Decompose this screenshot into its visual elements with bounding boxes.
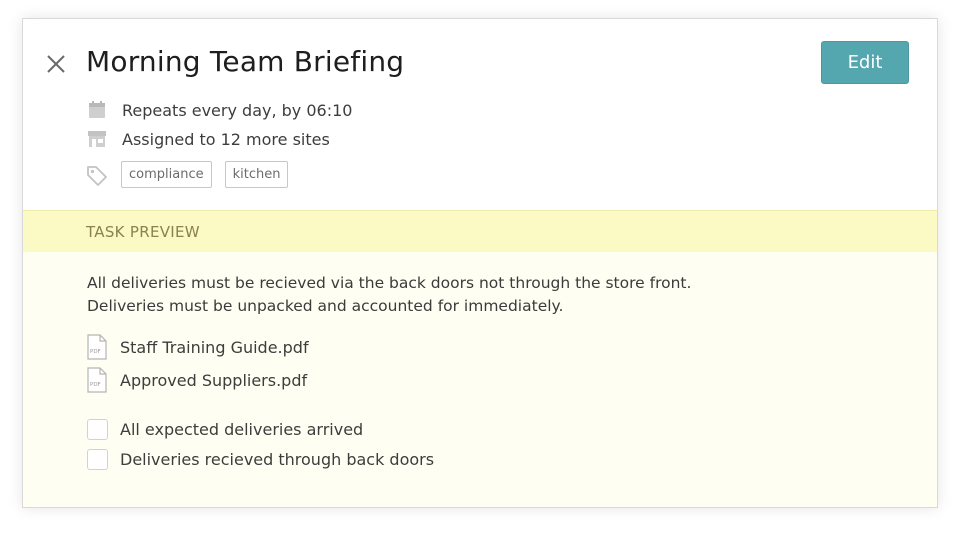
- file-name: Staff Training Guide.pdf: [120, 337, 309, 357]
- checklist-item: Deliveries recieved through back doors: [87, 449, 434, 470]
- assignment-text: Assigned to 12 more sites: [122, 129, 330, 149]
- schedule-text: Repeats every day, by 06:10: [122, 100, 353, 120]
- pdf-file-icon: PDF: [86, 367, 108, 393]
- svg-text:PDF: PDF: [90, 349, 101, 355]
- task-preview-label: TASK PREVIEW: [86, 223, 200, 241]
- task-preview-body: All deliveries must be recieved via the …: [23, 252, 937, 507]
- description-line: All deliveries must be recieved via the …: [87, 274, 692, 292]
- page-title: Morning Team Briefing: [86, 45, 405, 78]
- svg-text:PDF: PDF: [90, 382, 101, 388]
- pdf-file-icon: PDF: [86, 334, 108, 360]
- task-preview-header: TASK PREVIEW: [23, 210, 937, 252]
- description-line: Deliveries must be unpacked and accounte…: [87, 297, 564, 315]
- file-attachment[interactable]: PDF Approved Suppliers.pdf: [86, 367, 307, 393]
- schedule-row: Repeats every day, by 06:10: [86, 99, 352, 121]
- checklist-label: Deliveries recieved through back doors: [120, 450, 435, 469]
- checklist-checkbox[interactable]: [87, 419, 108, 440]
- file-attachment[interactable]: PDF Staff Training Guide.pdf: [86, 334, 309, 360]
- tag-kitchen[interactable]: kitchen: [224, 161, 289, 188]
- checklist-label: All expected deliveries arrived: [120, 420, 364, 439]
- close-icon: [47, 55, 65, 73]
- assignment-row: Assigned to 12 more sites: [86, 128, 330, 150]
- tags-row: compliance kitchen: [86, 161, 301, 188]
- store-icon: [86, 128, 108, 150]
- file-name: Approved Suppliers.pdf: [120, 370, 308, 390]
- checklist-checkbox[interactable]: [87, 449, 108, 470]
- tag-icon: [86, 164, 108, 186]
- tag-compliance[interactable]: compliance: [121, 161, 212, 188]
- close-button[interactable]: [45, 53, 67, 75]
- task-description: All deliveries must be recieved via the …: [87, 272, 691, 318]
- calendar-icon: [86, 99, 108, 121]
- edit-button[interactable]: Edit: [821, 41, 909, 84]
- task-card: Morning Team Briefing Edit Repeats every…: [22, 18, 938, 508]
- checklist-item: All expected deliveries arrived: [87, 419, 363, 440]
